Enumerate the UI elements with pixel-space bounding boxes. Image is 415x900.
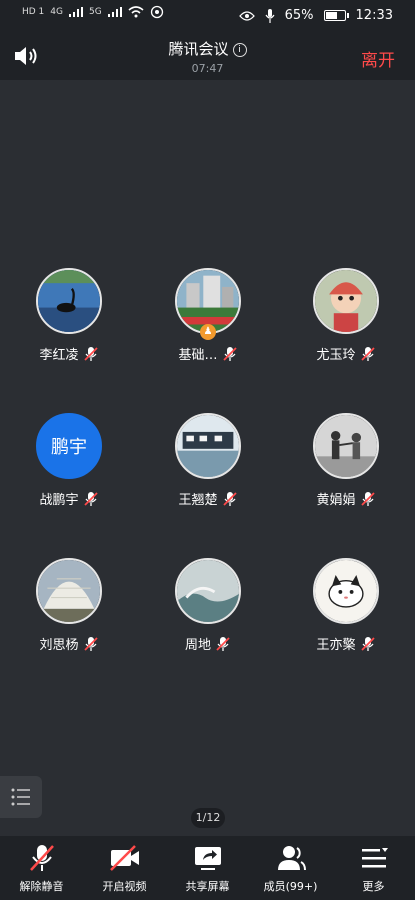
page-indicator: 1/12 [191, 808, 225, 828]
signal-indicators: HD 1 4G 5G [22, 5, 164, 19]
participant-tile[interactable]: 尤玉玲 [286, 268, 406, 363]
avatar-doll-photo [313, 268, 379, 334]
camera-off-icon [110, 845, 139, 871]
avatar-swan-photo [36, 268, 102, 334]
meeting-title-text: 腾讯会议 [168, 40, 229, 58]
hotspot-icon [150, 5, 163, 19]
mic-muted-icon [222, 491, 237, 506]
participant-name: 李红凌 [39, 348, 79, 363]
start-video-label: 开启视频 [102, 880, 147, 893]
share-screen-label: 共享屏幕 [185, 880, 230, 893]
host-badge-icon: ♟ [200, 324, 216, 340]
bottom-toolbar: 解除静音 开启视频 共享屏幕 成员(99+) 更多 [0, 836, 415, 900]
clock: 12:33 [355, 8, 393, 23]
more-menu-icon [362, 848, 388, 868]
members-icon [278, 846, 306, 871]
participant-name: 战鹏宇 [39, 493, 79, 508]
avatar-text: 鹏宇 [36, 413, 102, 479]
participant-name: 王翘楚 [178, 493, 218, 508]
5g-indicator: 5G [89, 7, 102, 17]
mic-muted-icon [222, 346, 237, 361]
unmute-button[interactable]: 解除静音 [0, 836, 83, 900]
layout-list-button[interactable] [0, 776, 42, 818]
participant-tile[interactable]: 刘思杨 [9, 558, 129, 653]
participant-tile[interactable]: 鹏宇 战鹏宇 [9, 413, 129, 508]
avatar-riverside-photo [175, 413, 241, 479]
mic-muted-icon [360, 491, 375, 506]
list-icon [11, 788, 30, 806]
participant-name: 周地 [184, 638, 211, 653]
mic-muted-icon [83, 636, 98, 651]
participant-name: 黄娟娟 [316, 493, 356, 508]
meeting-timer: 07:47 [191, 62, 224, 75]
participant-tile[interactable]: 周地 [148, 558, 268, 653]
mic-muted-icon [216, 636, 230, 651]
eye-icon [238, 10, 255, 21]
avatar-people-photo [313, 413, 379, 479]
share-screen-icon [195, 847, 221, 870]
meeting-header: 腾讯会议 i 07:47 离开 [0, 32, 415, 80]
participant-name: 尤玉玲 [316, 348, 356, 363]
start-video-button[interactable]: 开启视频 [83, 836, 166, 900]
hd1-indicator: HD 1 [22, 7, 45, 17]
participant-name: 基础… [178, 348, 218, 363]
wifi-icon [128, 6, 144, 18]
microphone-muted-icon [30, 845, 54, 871]
battery-icon [323, 10, 349, 21]
unmute-label: 解除静音 [19, 880, 64, 893]
mic-muted-icon [83, 491, 98, 506]
participant-tile[interactable]: 李红凌 [9, 268, 129, 363]
status-bar: HD 1 4G 5G 65% 12:33 [0, 0, 415, 32]
leave-button[interactable]: 离开 [361, 46, 395, 71]
participant-name: 王亦檠 [316, 638, 356, 653]
participant-tile[interactable]: ♟ 基础… [148, 268, 268, 363]
avatar-dome-photo [36, 558, 102, 624]
battery-percent: 65% [284, 8, 314, 23]
members-label: 成员(99+) [263, 880, 318, 893]
share-screen-button[interactable]: 共享屏幕 [166, 836, 249, 900]
avatar-cat-drawing [313, 558, 379, 624]
signal-icon [69, 7, 83, 17]
avatar-waves-photo [175, 558, 241, 624]
info-icon[interactable]: i [232, 43, 247, 57]
more-button[interactable]: 更多 [332, 836, 415, 900]
microphone-status-icon [265, 8, 275, 23]
participant-tile[interactable]: 黄娟娟 [286, 413, 406, 508]
mic-muted-icon [83, 346, 98, 361]
signal-icon-2 [107, 7, 122, 17]
participant-tile[interactable]: 王亦檠 [286, 558, 406, 653]
status-right: 65% 12:33 [238, 8, 393, 23]
participant-name: 刘思杨 [39, 638, 79, 653]
members-button[interactable]: 成员(99+) [249, 836, 332, 900]
mic-muted-icon [360, 346, 375, 361]
mic-muted-icon [360, 636, 375, 651]
4g-indicator: 4G [50, 7, 63, 17]
more-label: 更多 [362, 880, 385, 893]
meeting-title[interactable]: 腾讯会议 i [0, 38, 415, 59]
participant-tile[interactable]: 王翘楚 [148, 413, 268, 508]
